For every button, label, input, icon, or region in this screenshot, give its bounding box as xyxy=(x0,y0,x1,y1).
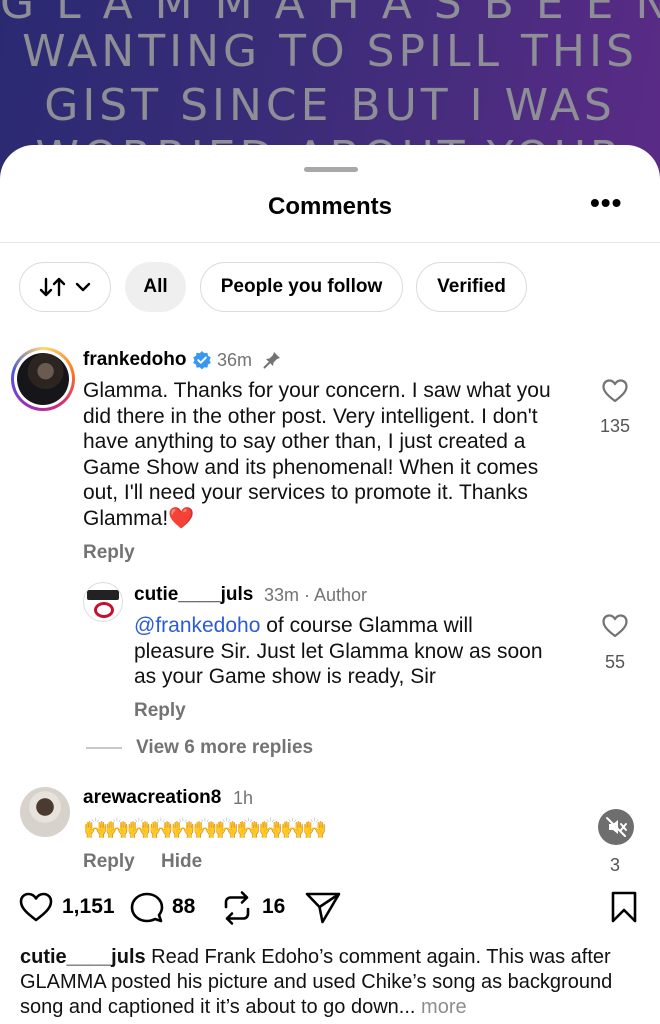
mute-icon xyxy=(606,817,627,837)
header-divider xyxy=(0,242,660,243)
comment-text: @frankedoho of course Glamma will pleasu… xyxy=(134,613,544,690)
comment-username[interactable]: cutie____juls xyxy=(134,584,253,606)
comment-text: Glamma. Thanks for your concern. I saw w… xyxy=(83,379,551,530)
mute-button[interactable] xyxy=(598,809,634,845)
comment-time: 36m xyxy=(217,350,253,370)
mention-link[interactable]: @frankedoho xyxy=(134,614,260,637)
caption-username[interactable]: cutie____juls xyxy=(20,946,146,968)
hide-button[interactable]: Hide xyxy=(161,851,202,873)
share-icon[interactable] xyxy=(304,891,342,925)
heart-icon[interactable] xyxy=(18,891,54,923)
avatar[interactable] xyxy=(83,582,123,622)
sheet-title: Comments xyxy=(267,193,393,220)
avatar[interactable] xyxy=(20,787,70,837)
filter-verified[interactable]: Verified xyxy=(416,262,527,312)
view-replies-line xyxy=(86,747,122,749)
comment-username[interactable]: frankedoho xyxy=(83,349,186,371)
sort-icon xyxy=(39,277,66,297)
count-label: 3 xyxy=(609,855,620,875)
reply-button[interactable]: Reply xyxy=(134,700,186,722)
like-count[interactable]: 1,151 xyxy=(62,895,115,919)
like-count: 135 xyxy=(599,416,631,436)
view-more-replies[interactable]: View 6 more replies xyxy=(136,737,313,759)
avatar-story-ring[interactable] xyxy=(11,347,75,411)
comment-icon[interactable] xyxy=(130,891,164,925)
comment-time: 1h xyxy=(233,788,254,808)
heart-icon[interactable] xyxy=(601,378,629,404)
filter-people-you-follow[interactable]: People you follow xyxy=(200,262,403,312)
pin-icon xyxy=(263,352,280,369)
reply-button[interactable]: Reply xyxy=(83,851,135,873)
like-count: 55 xyxy=(604,652,626,672)
heart-icon[interactable] xyxy=(601,613,629,639)
avatar xyxy=(17,353,69,405)
post-caption: cutie____juls Read Frank Edoho’s comment… xyxy=(20,945,645,1020)
repost-icon[interactable] xyxy=(220,890,254,926)
post-text-line: G L A M M A H A S B E E N xyxy=(0,0,660,29)
comment-username[interactable]: arewacreation8 xyxy=(83,787,221,809)
comment-time: 33m · Author xyxy=(264,585,368,605)
repost-count[interactable]: 16 xyxy=(262,895,285,919)
comment-count[interactable]: 88 xyxy=(172,895,195,919)
sort-button[interactable] xyxy=(19,262,111,312)
drag-handle[interactable] xyxy=(304,167,358,172)
caption-more-link[interactable]: more xyxy=(421,996,467,1018)
reply-button[interactable]: Reply xyxy=(83,542,135,564)
comment-text: 🙌🙌🙌🙌🙌🙌🙌🙌🙌🙌🙌 xyxy=(83,818,327,840)
post-text-line: GIST SINCE BUT I WAS xyxy=(44,80,616,131)
post-text-line: WANTING TO SPILL THIS xyxy=(22,26,638,77)
filter-all[interactable]: All xyxy=(125,262,186,312)
more-options-icon[interactable]: ••• xyxy=(590,187,622,219)
verified-badge-icon xyxy=(193,351,211,370)
bookmark-icon[interactable] xyxy=(610,890,638,924)
post-actions: 1,151 88 16 xyxy=(0,885,660,930)
chevron-down-icon xyxy=(75,282,91,292)
